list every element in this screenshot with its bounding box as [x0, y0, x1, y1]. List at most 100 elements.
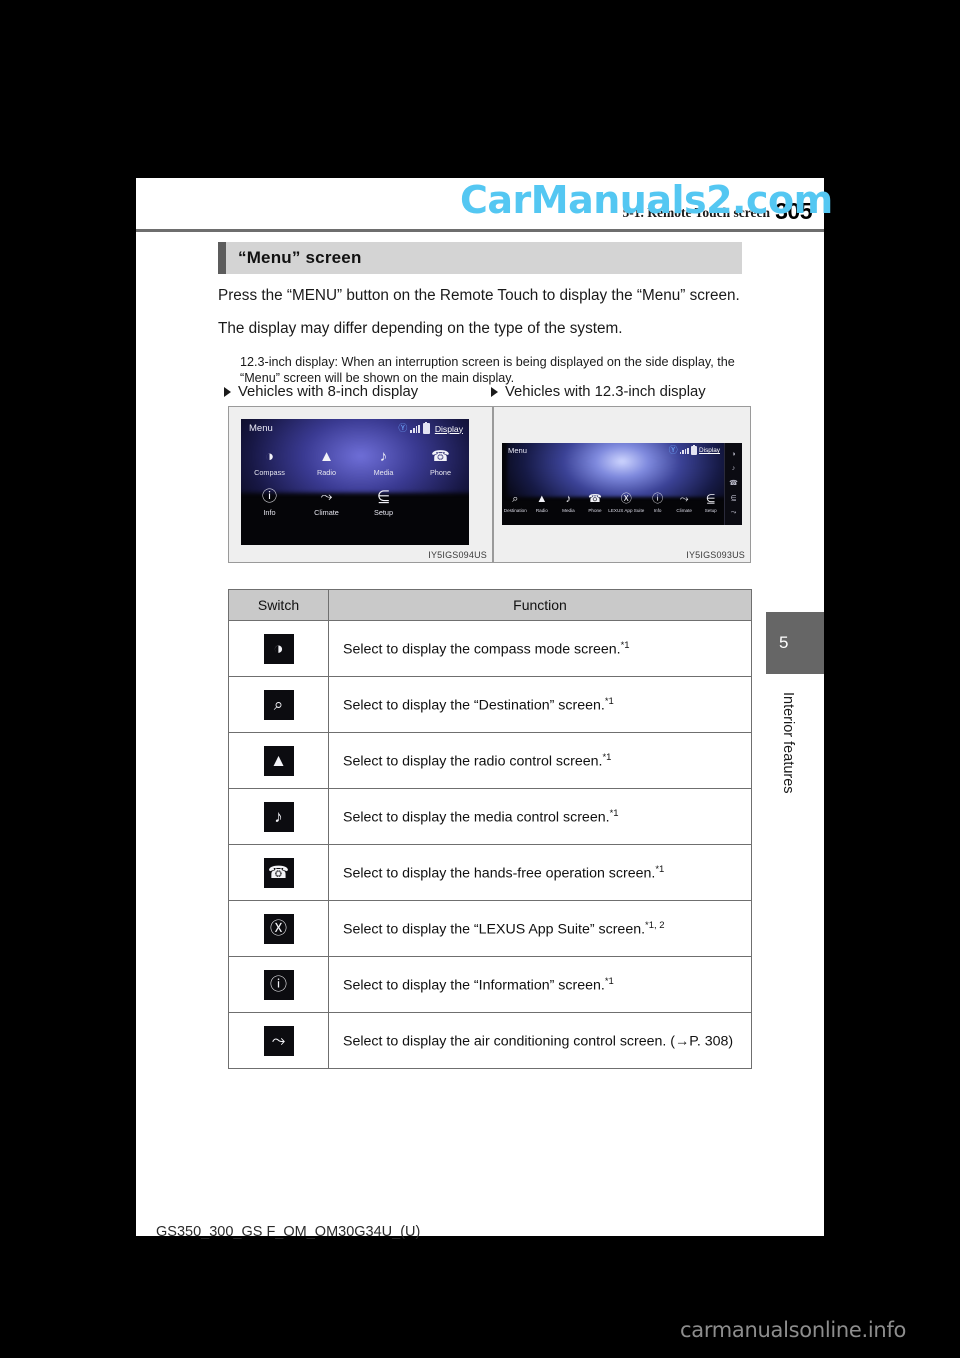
menu-item-label: Media	[373, 468, 394, 477]
menu-item-setup[interactable]: ⋸ Setup	[697, 493, 724, 514]
subheading-8-inch: Vehicles with 8-inch display	[224, 384, 418, 400]
menu-item-label: Media	[562, 508, 575, 513]
subheading-12-3-inch: Vehicles with 12.3-inch display	[491, 384, 706, 400]
music-note-icon: ♪	[379, 447, 388, 465]
switch-cell: ☎	[228, 844, 329, 901]
display-button-8[interactable]: Display	[435, 424, 463, 434]
menu-item-media[interactable]: ♪ Media	[555, 493, 582, 514]
triangle-bullet-icon	[491, 387, 498, 397]
section-heading-text: “Menu” screen	[238, 248, 362, 267]
menu-grid-8: ◑ Compass ▲ Radio ♪ Media ☎ Phone ⓘ Info…	[241, 447, 469, 518]
function-text: Select to display the compass mode scree…	[343, 641, 621, 658]
menu-item-radio[interactable]: ▲ Radio	[529, 493, 556, 514]
music-note-icon: ♪	[565, 493, 572, 505]
switch-cell: ♪	[228, 788, 329, 845]
subheading-8-inch-label: Vehicles with 8-inch display	[238, 384, 419, 400]
side-setup-gear-icon[interactable]: ⋸	[730, 494, 736, 502]
menu-item-compass[interactable]: ◑ Compass	[241, 447, 298, 478]
menu-item-info[interactable]: ⓘ Info	[241, 487, 298, 518]
menu-item-label: Radio	[535, 508, 548, 513]
table-header-row: Switch Function	[228, 589, 752, 621]
function-text: Select to display the hands-free operati…	[343, 865, 656, 882]
menu-item-label: Info	[263, 508, 276, 517]
footnote-marker: *1, 2	[645, 919, 665, 931]
menu-item-destination[interactable]: ⌕ Destination	[502, 493, 529, 514]
menu-item-phone[interactable]: ☎ Phone	[582, 493, 609, 514]
chapter-tab-number[interactable]: 5	[766, 612, 824, 674]
function-cell: Select to display the “LEXUS App Suite” …	[328, 900, 752, 957]
column-header-switch: Switch	[228, 589, 329, 621]
menu-item-climate[interactable]: ⤳ Climate	[298, 487, 355, 518]
lexus-logo-icon: Ⓧ	[620, 493, 632, 505]
information-icon: ⓘ	[263, 969, 294, 1000]
radio-tower-icon: ▲	[319, 447, 334, 465]
phone-handset-icon: ☎	[263, 857, 294, 888]
table-row: ⌕ Select to display the “Destination” sc…	[228, 676, 752, 733]
status-bar-123: Ⓨ Display	[668, 445, 720, 455]
music-note-icon: ♪	[263, 801, 294, 832]
side-music-note-icon[interactable]: ♪	[732, 465, 736, 472]
function-text: Select to display the air conditioning c…	[343, 1033, 734, 1050]
function-text: Select to display the “Destination” scre…	[343, 697, 605, 714]
switch-cell: Ⓧ	[228, 900, 329, 957]
battery-icon	[422, 422, 430, 434]
section-heading: “Menu” screen	[218, 242, 742, 274]
table-row: ⤳ Select to display the air conditioning…	[228, 1012, 752, 1069]
function-cell: Select to display the “Destination” scre…	[328, 676, 752, 733]
menu-item-label: LEXUS App Suite	[608, 508, 645, 513]
menu-item-label: Climate	[676, 508, 692, 513]
chapter-tab-label: Interior features	[780, 692, 796, 794]
radio-tower-icon: ▲	[536, 493, 548, 505]
menu-item-phone[interactable]: ☎ Phone	[412, 447, 469, 478]
subheading-12-3-inch-label: Vehicles with 12.3-inch display	[505, 384, 706, 400]
watermark-carmanualsonline: carmanualsonline.info	[680, 1318, 907, 1342]
menu-item-lexus-app-suite[interactable]: Ⓧ LEXUS App Suite	[608, 493, 645, 514]
side-climate-seat-icon[interactable]: ⤳	[731, 509, 737, 517]
function-text: Select to display the “Information” scre…	[343, 977, 605, 994]
figure-caption-123: IY5IGS093US	[686, 550, 745, 560]
section-accent-bar	[218, 242, 226, 274]
column-header-function: Function	[328, 589, 752, 621]
information-icon: ⓘ	[652, 493, 664, 505]
bluetooth-icon: Ⓨ	[668, 445, 678, 455]
menu-item-media[interactable]: ♪ Media	[355, 447, 412, 478]
climate-seat-icon: ⤳	[679, 493, 689, 505]
destination-search-icon: ⌕	[512, 493, 519, 505]
menu-item-radio[interactable]: ▲ Radio	[298, 447, 355, 478]
menu-item-label: Setup	[704, 508, 717, 513]
screen-8-inch: Menu Ⓨ Display ◑ Compass ▲ Radio ♪ Media	[241, 419, 469, 545]
menu-item-info[interactable]: ⓘ Info	[644, 493, 671, 514]
lexus-logo-icon: Ⓧ	[263, 913, 294, 944]
function-cell: Select to display the radio control scre…	[328, 732, 752, 789]
watermark-carmanuals2: CarManuals2.com	[460, 178, 833, 222]
switch-cell: ◑	[228, 620, 329, 677]
function-text: Select to display the radio control scre…	[343, 753, 603, 770]
display-button-123[interactable]: Display	[699, 447, 720, 454]
menu-item-label: Destination	[503, 508, 527, 513]
phone-handset-icon: ☎	[588, 493, 602, 505]
screen-12-3-inch: Menu Ⓨ Display ⌕ Destination ▲ Radio ♪ M	[502, 443, 742, 525]
header-divider-rule	[136, 229, 824, 232]
screen-title-8: Menu	[249, 423, 273, 434]
menu-item-label: Phone	[588, 508, 602, 513]
signal-strength-icon	[410, 424, 420, 433]
page-sheet: 5-1. Remote Touch screen 305 “Menu” scre…	[136, 178, 824, 1240]
function-cell: Select to display the hands-free operati…	[328, 844, 752, 901]
table-row: ☎ Select to display the hands-free opera…	[228, 844, 752, 901]
status-bar-8: Ⓨ Display	[398, 422, 463, 434]
footnote-marker: *1	[655, 863, 665, 875]
phone-handset-icon: ☎	[431, 447, 450, 465]
side-phone-handset-icon[interactable]: ☎	[729, 479, 738, 487]
climate-seat-icon: ⤳	[263, 1025, 294, 1056]
triangle-bullet-icon	[224, 387, 231, 397]
compass-icon: ◑	[264, 447, 275, 465]
menu-item-setup[interactable]: ⋸ Setup	[355, 487, 412, 518]
menu-item-label: Info	[653, 508, 662, 513]
bluetooth-icon: Ⓨ	[398, 423, 408, 433]
side-compass-icon[interactable]: ◑	[731, 451, 735, 458]
switch-cell: ⌕	[228, 676, 329, 733]
menu-item-climate[interactable]: ⤳ Climate	[671, 493, 698, 514]
table-row: ▲ Select to display the radio control sc…	[228, 732, 752, 789]
table-row: ♪ Select to display the media control sc…	[228, 788, 752, 845]
footnote-marker: *1	[604, 695, 614, 707]
